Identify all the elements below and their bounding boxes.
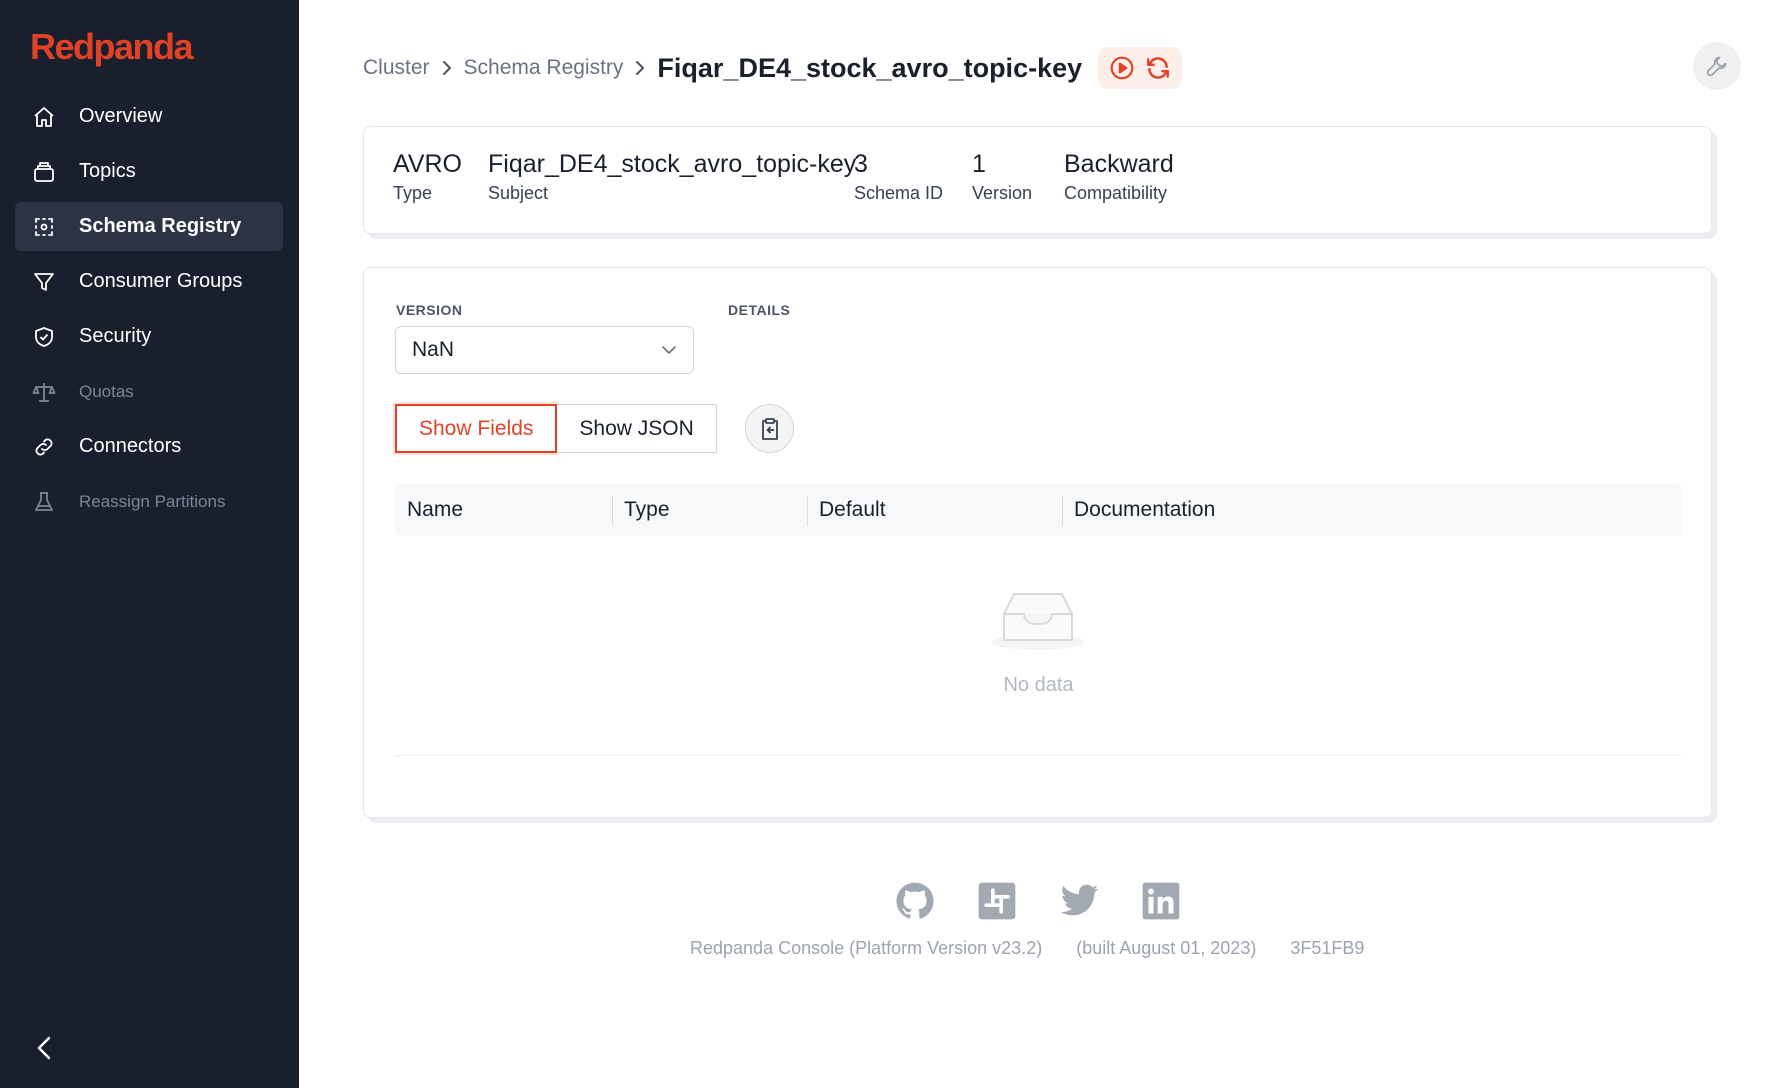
column-header-default[interactable]: Default xyxy=(807,484,1062,536)
home-icon xyxy=(31,104,57,130)
sidebar-item-schema-registry[interactable]: Schema Registry xyxy=(15,202,283,251)
stat-type: AVRO Type xyxy=(393,149,462,204)
github-link[interactable] xyxy=(894,880,936,922)
chevron-right-icon xyxy=(442,60,452,76)
sidebar-item-security[interactable]: Security xyxy=(15,312,283,361)
sidebar-item-label: Topics xyxy=(79,160,136,182)
stat-label: Version xyxy=(972,183,1033,203)
redpanda-logo[interactable]: Redpanda xyxy=(30,26,194,68)
sidebar-item-label: Connectors xyxy=(79,435,182,457)
social-links xyxy=(894,880,1222,922)
schema-icon xyxy=(31,214,57,240)
breadcrumb-schema-registry[interactable]: Schema Registry xyxy=(464,56,624,80)
stat-label: Schema ID xyxy=(854,183,944,203)
wrench-icon xyxy=(1706,56,1727,77)
sidebar-item-topics[interactable]: Topics xyxy=(15,147,283,196)
footer-version-info: Redpanda Console (Platform Version v23.2… xyxy=(690,938,1398,959)
play-circle-icon xyxy=(1110,56,1134,80)
chevron-right-icon xyxy=(635,60,645,76)
schema-details-card: VERSION DETAILS NaN Show Fields Show JSO… xyxy=(363,267,1712,818)
empty-inbox-icon xyxy=(990,588,1086,657)
stat-subject: Fiqar_DE4_stock_avro_topic-key Subject xyxy=(488,149,856,204)
column-header-name[interactable]: Name xyxy=(395,484,612,536)
copy-schema-button[interactable] xyxy=(745,404,794,453)
sidebar-item-consumer-groups[interactable]: Consumer Groups xyxy=(15,257,283,306)
column-header-type[interactable]: Type xyxy=(612,484,807,536)
details-section-label: DETAILS xyxy=(728,302,791,318)
show-fields-button[interactable]: Show Fields xyxy=(395,404,558,453)
sidebar-item-connectors[interactable]: Connectors xyxy=(15,422,283,471)
version-section-label: VERSION xyxy=(396,302,463,318)
shield-icon xyxy=(31,324,57,350)
empty-state: No data xyxy=(395,536,1682,756)
stat-version: 1 Version xyxy=(972,149,1032,204)
sidebar-item-label: Security xyxy=(79,325,152,347)
github-icon xyxy=(896,882,934,919)
slack-link[interactable] xyxy=(976,880,1018,922)
breadcrumb-cluster[interactable]: Cluster xyxy=(363,56,430,80)
main-content: Cluster Schema Registry Fiqar_DE4_stock_… xyxy=(299,0,1774,1088)
version-select[interactable]: NaN xyxy=(395,326,694,374)
beaker-icon xyxy=(31,489,57,515)
chevron-left-icon xyxy=(37,1036,51,1060)
stat-value: 1 xyxy=(972,150,986,178)
twitter-link[interactable] xyxy=(1058,880,1100,922)
scale-icon xyxy=(31,379,57,405)
platform-version: Redpanda Console (Platform Version v23.2… xyxy=(690,938,1043,958)
empty-state-text: No data xyxy=(1003,674,1074,696)
view-toggle: Show Fields Show JSON xyxy=(395,404,717,453)
stat-value: Fiqar_DE4_stock_avro_topic-key xyxy=(488,150,857,178)
sidebar-item-label: Consumer Groups xyxy=(79,270,243,292)
play-button[interactable] xyxy=(1104,50,1140,86)
sidebar-item-label: Reassign Partitions xyxy=(79,491,226,511)
column-header-documentation[interactable]: Documentation xyxy=(1062,484,1682,536)
fields-table: Name Type Default Documentation No data xyxy=(395,484,1682,756)
settings-button[interactable] xyxy=(1693,42,1741,90)
stat-label: Type xyxy=(393,183,433,203)
twitter-icon xyxy=(1060,884,1099,916)
version-select-value: NaN xyxy=(412,338,455,361)
linkedin-link[interactable] xyxy=(1140,880,1182,922)
sidebar-item-label: Overview xyxy=(79,105,163,127)
sidebar-item-label: Quotas xyxy=(79,381,134,401)
collapse-sidebar-button[interactable] xyxy=(30,1032,58,1064)
table-header: Name Type Default Documentation xyxy=(395,484,1682,536)
refresh-icon xyxy=(1147,57,1170,79)
stat-label: Compatibility xyxy=(1064,183,1168,203)
slack-icon xyxy=(978,882,1016,920)
linkedin-icon xyxy=(1142,882,1180,920)
sidebar-item-label: Schema Registry xyxy=(79,215,242,237)
header-actions xyxy=(1098,47,1183,89)
build-date: (built August 01, 2023) xyxy=(1076,938,1257,958)
breadcrumb: Cluster Schema Registry Fiqar_DE4_stock_… xyxy=(363,47,1183,89)
sidebar-item-quotas: Quotas xyxy=(15,367,283,416)
refresh-button[interactable] xyxy=(1140,50,1176,86)
stat-value: AVRO xyxy=(393,150,462,178)
sidebar-nav: Overview Topics Schema Registry Consumer… xyxy=(15,92,283,532)
page-title: Fiqar_DE4_stock_avro_topic-key xyxy=(657,52,1083,83)
schema-summary-card: AVRO Type Fiqar_DE4_stock_avro_topic-key… xyxy=(363,126,1712,234)
sidebar-item-reassign-partitions: Reassign Partitions xyxy=(15,477,283,526)
stat-label: Subject xyxy=(488,183,549,203)
sidebar: Redpanda Overview Topics Schema Registry… xyxy=(0,0,299,1088)
filter-icon xyxy=(31,269,57,295)
stat-compatibility: Backward Compatibility xyxy=(1064,149,1174,204)
stat-value: Backward xyxy=(1064,150,1174,178)
topics-icon xyxy=(31,159,57,185)
link-icon xyxy=(31,434,57,460)
stat-schema-id: 3 Schema ID xyxy=(854,149,943,204)
stat-value: 3 xyxy=(854,150,868,178)
show-json-button[interactable]: Show JSON xyxy=(557,404,717,453)
commit-hash: 3F51FB9 xyxy=(1290,938,1365,958)
clipboard-icon xyxy=(761,417,778,440)
chevron-down-icon xyxy=(661,341,677,365)
sidebar-item-overview[interactable]: Overview xyxy=(15,92,283,141)
